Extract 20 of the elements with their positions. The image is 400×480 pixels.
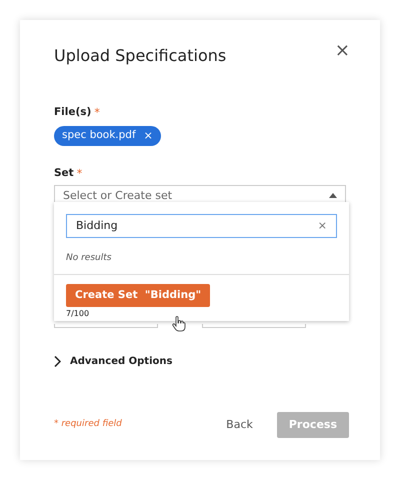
no-results-text: No results [65,252,112,265]
field-label: Set [54,166,74,181]
required-note: * required field [54,418,122,431]
close-button[interactable]: × [334,42,350,60]
chevron-icon [54,356,61,368]
file-name: spec book.pdf [62,128,136,143]
search-field[interactable]: Bidding × [66,214,337,238]
required-mark: * [94,104,100,120]
remove-button[interactable]: × [144,130,153,142]
character-counter: 7/100 [66,308,90,320]
required-mark: * [76,166,82,182]
select-placeholder: Select or Create set [63,188,172,204]
field-label: File(s) [54,104,92,120]
input-field[interactable] [54,324,158,328]
back-button[interactable]: Back [218,412,261,437]
create-set-button[interactable]: Create Set "Bidding" [66,284,210,308]
dialog-title: Upload Specifications [54,46,226,66]
input-field[interactable] [202,324,306,328]
clear-button[interactable]: × [318,218,327,234]
advanced-options-toggle[interactable]: Advanced Options [54,354,172,370]
